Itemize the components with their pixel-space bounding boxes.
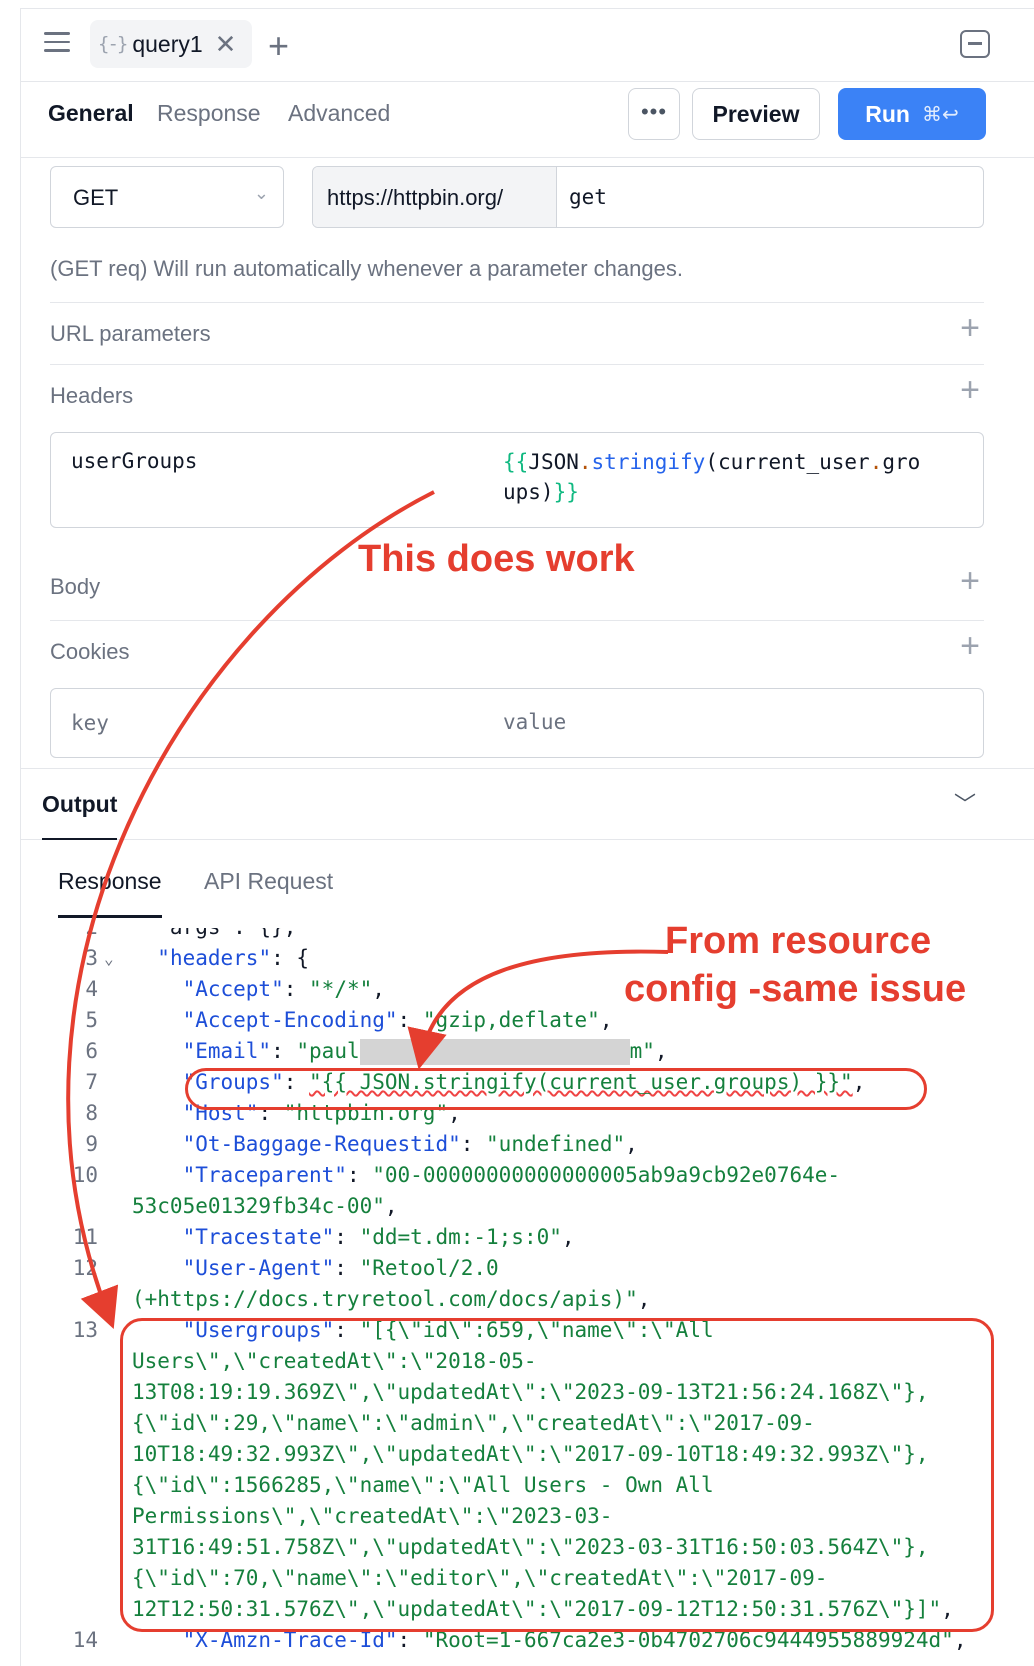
fold-chevron-icon[interactable]: ⌄	[104, 943, 114, 974]
menu-icon[interactable]	[44, 32, 70, 54]
output-header: Output ﹀	[20, 768, 1034, 840]
cookies-section: Cookies +	[50, 620, 984, 686]
headers-section: Headers +	[50, 364, 984, 430]
tab-api-request[interactable]: API Request	[204, 868, 333, 895]
tab-response[interactable]: Response	[157, 100, 261, 127]
code-line: 12 "User-Agent": "Retool/2.0	[72, 1256, 499, 1280]
cookie-value-input[interactable]: value	[503, 707, 923, 737]
chevron-down-icon[interactable]: ﹀	[954, 787, 976, 819]
cookie-row: key value	[50, 688, 984, 758]
run-mode-hint: (GET req) Will run automatically wheneve…	[50, 256, 683, 281]
annotation-works: This does work	[358, 538, 635, 580]
run-button[interactable]: Run ⌘↩	[838, 88, 986, 140]
query-braces-icon: {-}	[98, 33, 128, 55]
template-dot: .	[578, 450, 592, 474]
code-line: 9 "Ot-Baggage-Requestid": "undefined",	[85, 1132, 638, 1156]
collapse-panel-icon[interactable]	[960, 30, 990, 58]
annotation-highlight-usergroups	[120, 1318, 994, 1632]
code-line: 10 "Traceparent": "00-00000000000000005a…	[72, 1163, 841, 1187]
editor-tabs: General Response Advanced ••• Preview Ru…	[20, 82, 1034, 158]
chevron-down-icon: ⌄	[253, 183, 269, 203]
query-tabs-bar: {-} query1 ✕ +	[20, 8, 1034, 82]
run-shortcut: ⌘↩	[921, 103, 959, 126]
code-line: (+https://docs.tryretool.com/docs/apis)"…	[132, 1287, 651, 1311]
base-url: https://httpbin.org/	[313, 167, 557, 227]
more-options-button[interactable]: •••	[628, 88, 680, 140]
header-key-input[interactable]: userGroups	[71, 449, 197, 473]
template-obj: JSON	[528, 450, 579, 474]
headers-label: Headers	[50, 383, 134, 408]
url-field[interactable]: https://httpbin.org/ get	[312, 166, 984, 228]
annotation-resource-line1: From resource	[665, 920, 932, 962]
code-line: 11 "Tracestate": "dd=t.dm:-1;s:0",	[72, 1225, 575, 1249]
body-label: Body	[50, 574, 101, 599]
method-select[interactable]: GET ⌄	[50, 166, 284, 228]
cookie-key-input[interactable]: key	[71, 711, 109, 735]
tab-response-output[interactable]: Response	[58, 868, 162, 918]
code-line: 53c05e01329fb34c-00",	[132, 1194, 398, 1218]
cookies-label: Cookies	[50, 639, 130, 664]
url-path-input[interactable]: get	[557, 167, 607, 227]
query-tab[interactable]: {-} query1 ✕	[90, 20, 252, 68]
add-url-parameter-icon[interactable]: +	[960, 311, 980, 345]
template-arg-a: (current_user	[705, 450, 870, 474]
template-open: {{	[503, 450, 529, 474]
template-fn: stringify	[591, 450, 706, 474]
output-title[interactable]: Output	[42, 791, 118, 840]
add-body-icon[interactable]: +	[960, 564, 980, 598]
tab-advanced[interactable]: Advanced	[288, 100, 390, 127]
url-parameters-section: URL parameters +	[50, 302, 984, 368]
preview-button[interactable]: Preview	[692, 88, 820, 140]
annotation-resource-line2: config -same issue	[624, 968, 967, 1010]
plus-icon[interactable]: +	[268, 28, 289, 64]
run-button-label: Run	[865, 100, 910, 127]
query-tab-name: query1	[132, 30, 203, 57]
template-close: }}	[553, 480, 579, 504]
url-parameters-label: URL parameters	[50, 321, 211, 346]
method-value: GET	[73, 185, 119, 210]
redacted-email	[359, 1039, 630, 1065]
close-icon[interactable]: ✕	[215, 29, 237, 60]
annotation-highlight-groups	[185, 1068, 927, 1110]
tab-general[interactable]: General	[48, 100, 134, 127]
header-value-input[interactable]: {{JSON.stringify(current_user.groups)}}	[503, 447, 923, 507]
code-line: 6 "Email": "paul m",	[85, 1039, 668, 1065]
add-cookie-icon[interactable]: +	[960, 629, 980, 663]
header-row: userGroups {{JSON.stringify(current_user…	[50, 432, 984, 528]
template-dot-2: .	[869, 450, 883, 474]
add-header-icon[interactable]: +	[960, 373, 980, 407]
